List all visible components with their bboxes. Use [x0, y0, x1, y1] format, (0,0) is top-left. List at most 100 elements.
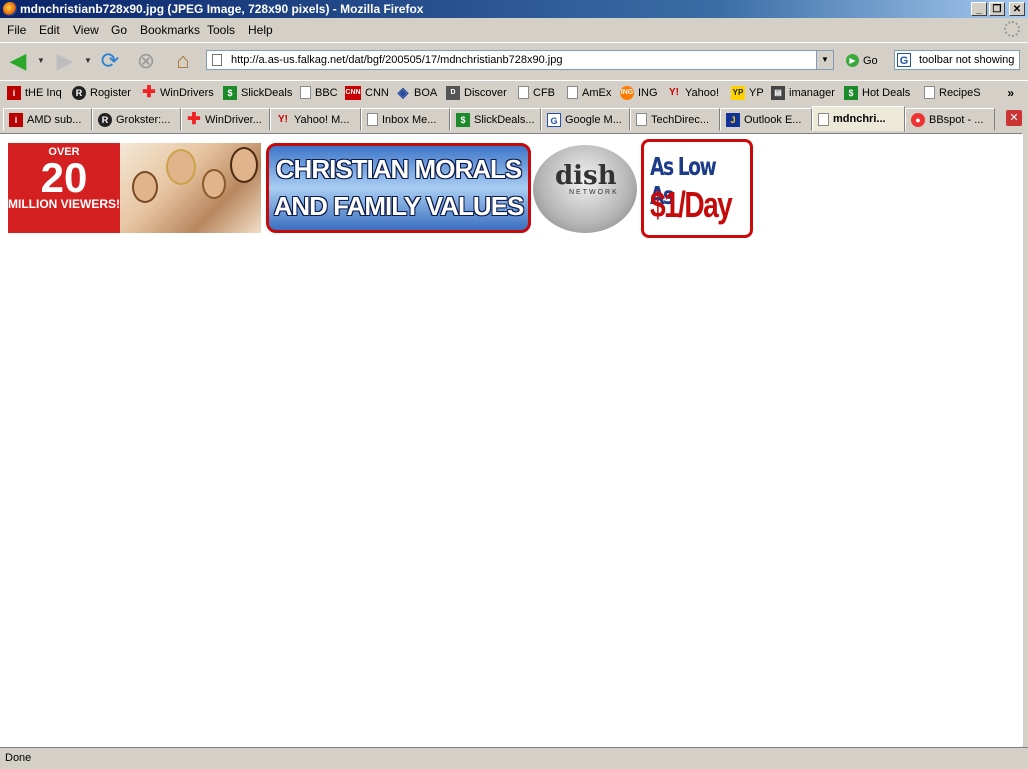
tab-techdirect[interactable]: TechDirec...	[630, 108, 720, 131]
menu-go[interactable]: Go	[111, 23, 127, 37]
page-content: OVER 20 MILLION VIEWERS! CHRISTIAN MORAL…	[0, 133, 1022, 747]
bookmark-label: SlickDeals	[241, 87, 293, 99]
bookmark-recipes[interactable]: RecipeS	[924, 86, 981, 99]
tab-outlook[interactable]: J Outlook E...	[720, 108, 812, 131]
menu-tools[interactable]: Tools	[207, 23, 235, 37]
back-arrow-icon[interactable]: ◀	[5, 48, 31, 74]
go-arrow-icon: ▶	[846, 54, 859, 67]
bookmark-discover[interactable]: D Discover	[446, 86, 507, 100]
tab-bbspot[interactable]: ● BBspot - ...	[905, 108, 995, 131]
tab-inbox[interactable]: Inbox Me...	[361, 108, 450, 131]
stop-icon[interactable]: ⊗	[133, 48, 159, 74]
windrivers-icon: ✚	[142, 84, 156, 101]
status-bar: Done	[0, 747, 1028, 769]
yahoo-icon: Y!	[278, 113, 288, 125]
page-icon	[300, 86, 311, 99]
bookmark-cnn[interactable]: CNN CNN	[345, 86, 389, 100]
tab-yahoo[interactable]: Y! Yahoo! M...	[270, 108, 361, 131]
bookmark-label: CFB	[533, 86, 555, 99]
morals-line2: AND FAMILY VALUES	[273, 191, 525, 221]
menu-help[interactable]: Help	[248, 23, 273, 37]
bookmarks-toolbar: i tHE Inq R Rogister ✚ WinDrivers $ SlickDea…	[0, 80, 1028, 105]
forward-arrow-icon[interactable]: ▶	[52, 48, 78, 74]
register-icon: R	[98, 112, 112, 127]
url-bar[interactable]: http://a.as-us.falkag.net/dat/bgf/200505…	[206, 50, 834, 70]
window-controls: _ ❐ ✕	[971, 2, 1025, 16]
dish-network-panel: dish NETWORK	[531, 143, 641, 233]
tab-label: AMD sub...	[27, 113, 82, 126]
bookmark-yahoo[interactable]: Y! Yahoo!	[667, 86, 719, 100]
maximize-button[interactable]: ❐	[989, 2, 1005, 16]
banner-ad-image[interactable]: OVER 20 MILLION VIEWERS! CHRISTIAN MORAL…	[8, 139, 754, 238]
bookmark-slickdeals[interactable]: $ SlickDeals	[223, 86, 292, 100]
reload-icon[interactable]: ⟳	[97, 48, 123, 74]
page-icon	[212, 54, 222, 66]
price-panel: As Low As $1/Day	[641, 139, 753, 238]
tab-label: Outlook E...	[744, 113, 802, 126]
tab-label: Google M...	[565, 113, 622, 126]
dish-logo: dish	[555, 161, 617, 191]
hot-deals-icon: $	[844, 86, 858, 100]
father-face	[230, 147, 258, 183]
yahoo-icon: Y!	[669, 87, 679, 98]
bookmark-boa[interactable]: ◈ BOA	[396, 84, 438, 100]
search-box[interactable]: G toolbar not showing	[894, 50, 1020, 70]
google-search-engine-icon[interactable]: G	[897, 53, 911, 67]
vertical-scrollbar[interactable]	[1022, 134, 1028, 746]
family-photo	[120, 143, 261, 233]
bookmark-label: Yahoo!	[685, 87, 720, 99]
boa-icon: ◈	[397, 84, 409, 100]
menu-view[interactable]: View	[73, 23, 99, 37]
bookmark-the-inq[interactable]: i tHE Inq	[7, 86, 62, 100]
tab-windrivers[interactable]: ✚ WinDriver...	[181, 108, 270, 131]
close-tab-icon[interactable]: ✕	[1006, 110, 1022, 126]
tab-label: Yahoo! M...	[294, 113, 350, 126]
bookmark-label: RecipeS	[939, 86, 981, 99]
menu-edit[interactable]: Edit	[39, 23, 60, 37]
discover-card-icon: D	[446, 86, 460, 100]
url-input[interactable]: http://a.as-us.falkag.net/dat/bgf/200505…	[231, 54, 562, 66]
go-button[interactable]: ▶ Go	[846, 54, 878, 67]
home-icon[interactable]: ⌂	[170, 48, 196, 74]
url-history-dropdown-icon[interactable]: ▼	[816, 51, 833, 69]
page-icon	[367, 113, 378, 126]
tab-slickdeals[interactable]: $ SlickDeals...	[450, 108, 541, 131]
bookmark-ing[interactable]: ING ING	[620, 86, 658, 100]
tab-mdnchristian[interactable]: mdnchri...	[812, 106, 905, 132]
viewers-number: 20	[40, 154, 88, 201]
bookmark-rogister[interactable]: R Rogister	[72, 86, 131, 100]
register-icon: R	[72, 86, 86, 100]
morals-panel: CHRISTIAN MORALS AND FAMILY VALUES	[266, 143, 531, 233]
bookmark-label: WinDrivers	[160, 87, 214, 99]
bookmark-bbc[interactable]: BBC	[300, 86, 338, 99]
bookmarks-overflow-chevron-icon[interactable]: »	[1007, 86, 1014, 100]
tab-label: BBspot - ...	[929, 113, 984, 126]
menu-bookmarks[interactable]: Bookmarks	[140, 23, 200, 37]
child-face	[132, 171, 158, 203]
bookmark-hot-deals[interactable]: $ Hot Deals	[844, 86, 910, 100]
bookmark-cfb[interactable]: CFB	[518, 86, 555, 99]
search-input[interactable]: toolbar not showing	[919, 54, 1014, 66]
bookmark-imanager[interactable]: ▤ imanager	[771, 86, 835, 100]
menu-bar: File Edit View Go Bookmarks Tools Help	[0, 19, 1028, 41]
menu-file[interactable]: File	[7, 23, 26, 37]
close-window-button[interactable]: ✕	[1009, 2, 1025, 16]
tab-label: mdnchri...	[833, 113, 886, 125]
bookmark-label: tHE Inq	[25, 87, 62, 99]
bookmark-label: YP	[749, 87, 764, 99]
back-dropdown-icon[interactable]: ▼	[37, 56, 45, 65]
tab-amd[interactable]: i AMD sub...	[3, 108, 92, 131]
bookmark-label: Hot Deals	[862, 87, 911, 99]
dish-network-text: NETWORK	[569, 189, 619, 196]
slickdeals-icon: $	[456, 112, 470, 127]
minimize-button[interactable]: _	[971, 2, 987, 16]
forward-dropdown-icon[interactable]: ▼	[84, 56, 92, 65]
bookmark-yp[interactable]: YP YP	[731, 86, 764, 100]
firefox-icon	[3, 2, 17, 16]
bookmark-label: CNN	[365, 87, 389, 99]
tab-google[interactable]: G Google M...	[541, 108, 630, 131]
bookmark-windrivers[interactable]: ✚ WinDrivers	[142, 84, 214, 101]
bookmark-amex[interactable]: AmEx	[567, 86, 611, 99]
tab-grokster[interactable]: R Grokster:...	[92, 108, 181, 131]
bbspot-icon: ●	[911, 112, 925, 127]
